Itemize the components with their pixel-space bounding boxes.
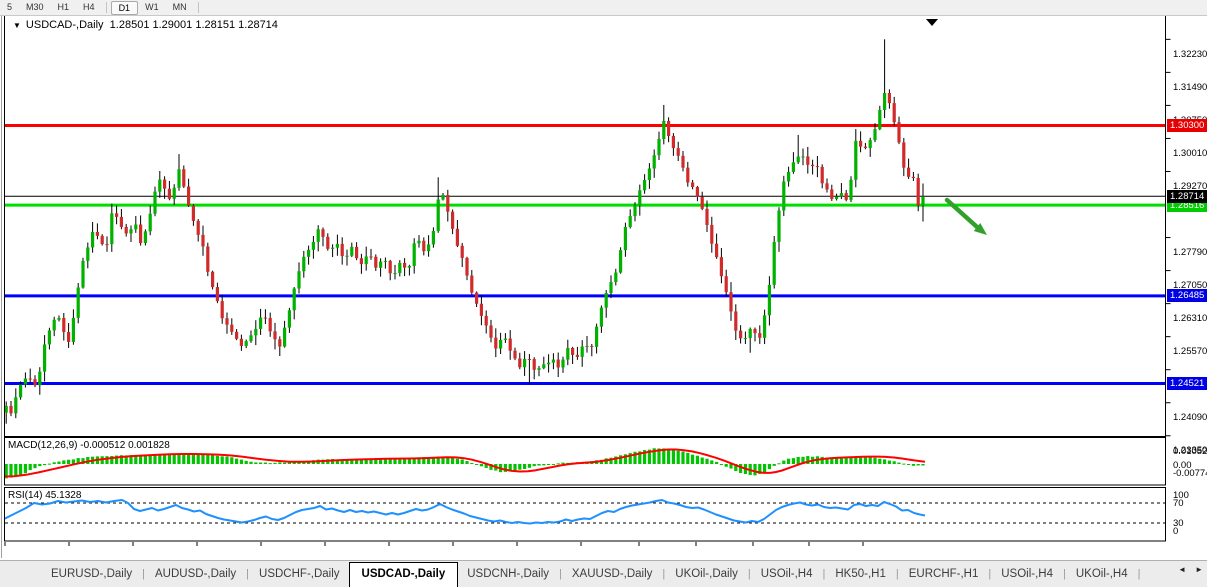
price-tick-label: 1.27790 [1173,247,1207,258]
price-tick-label: 1.31490 [1173,82,1207,93]
timeframe-button-w1[interactable]: W1 [138,1,166,14]
mt4-chart-window: ▼USDCAD-,Daily 1.28501 1.29001 1.28151 1… [0,0,1207,587]
tab-scroll-right-icon[interactable]: ► [1195,565,1203,574]
tab-audusd-daily[interactable]: AUDUSD-,Daily [146,562,245,586]
price-tick-label: 1.25570 [1173,346,1207,357]
tab-xauusd-daily[interactable]: XAUUSD-,Daily [563,562,662,586]
chart-area[interactable] [4,15,1166,542]
timeframe-toolbar: 5M30H1H4 D1W1MN [0,0,1207,16]
tab-usoil-h4[interactable]: USOil-,H4 [992,562,1062,586]
tab-ukoil-daily[interactable]: UKOil-,Daily [666,562,747,586]
tab-usdchf-daily[interactable]: USDCHF-,Daily [250,562,349,586]
tab-separator: | [1137,568,1142,580]
tab-eurusd-daily[interactable]: EURUSD-,Daily [42,562,141,586]
price-level-badge: 1.30300 [1167,119,1207,132]
rsi-axis-label: 0 [1173,526,1178,537]
price-axis[interactable]: 1.322301.314901.307501.300101.292701.277… [1166,15,1207,542]
tab-usdcnh-daily[interactable]: USDCNH-,Daily [458,562,558,586]
timeframe-button-d1[interactable]: D1 [111,1,139,15]
symbol-dropdown-icon[interactable]: ▼ [13,21,21,30]
tab-usoil-h4[interactable]: USOil-,H4 [752,562,822,586]
symbol-tab-bar: EURUSD-,Daily|AUDUSD-,Daily|USDCHF-,Dail… [0,560,1207,587]
toolbar-separator [198,2,199,13]
tab-usdcad-daily[interactable]: USDCAD-,Daily [349,562,459,587]
timeframe-button-5[interactable]: 5 [0,1,19,14]
price-level-badge: 1.28714 [1167,190,1207,203]
timeframe-button-h1[interactable]: H1 [51,1,77,14]
rsi-axis-label: 70 [1173,498,1184,509]
tab-hk50-h1[interactable]: HK50-,H1 [826,562,895,586]
macd-axis-label: -0.00774 [1173,468,1207,479]
price-level-badge: 1.26485 [1167,289,1207,302]
window-edge-divider [1,15,2,558]
macd-axis-label: 0.01052 [1173,446,1207,457]
price-tick-label: 1.30010 [1173,148,1207,159]
price-level-badge: 1.24521 [1167,377,1207,390]
toolbar-separator [106,2,107,13]
timeframe-button-mn[interactable]: MN [166,1,194,14]
tab-scroll-left-icon[interactable]: ◄ [1178,565,1186,574]
timeframe-button-m30[interactable]: M30 [19,1,51,14]
tab-scroll-controls: ◄ ► [1178,565,1203,574]
date-axis[interactable]: 31 Oct 202118 Nov 20217 Dec 202126 Dec 2… [0,542,1166,559]
tab-ukoil-h4[interactable]: UKOil-,H4 [1067,562,1137,586]
price-tick-label: 1.32230 [1173,49,1207,60]
tab-eurchf-h1[interactable]: EURCHF-,H1 [900,562,988,586]
price-tick-label: 1.24090 [1173,412,1207,423]
timeframe-button-h4[interactable]: H4 [76,1,102,14]
price-tick-label: 1.26310 [1173,313,1207,324]
